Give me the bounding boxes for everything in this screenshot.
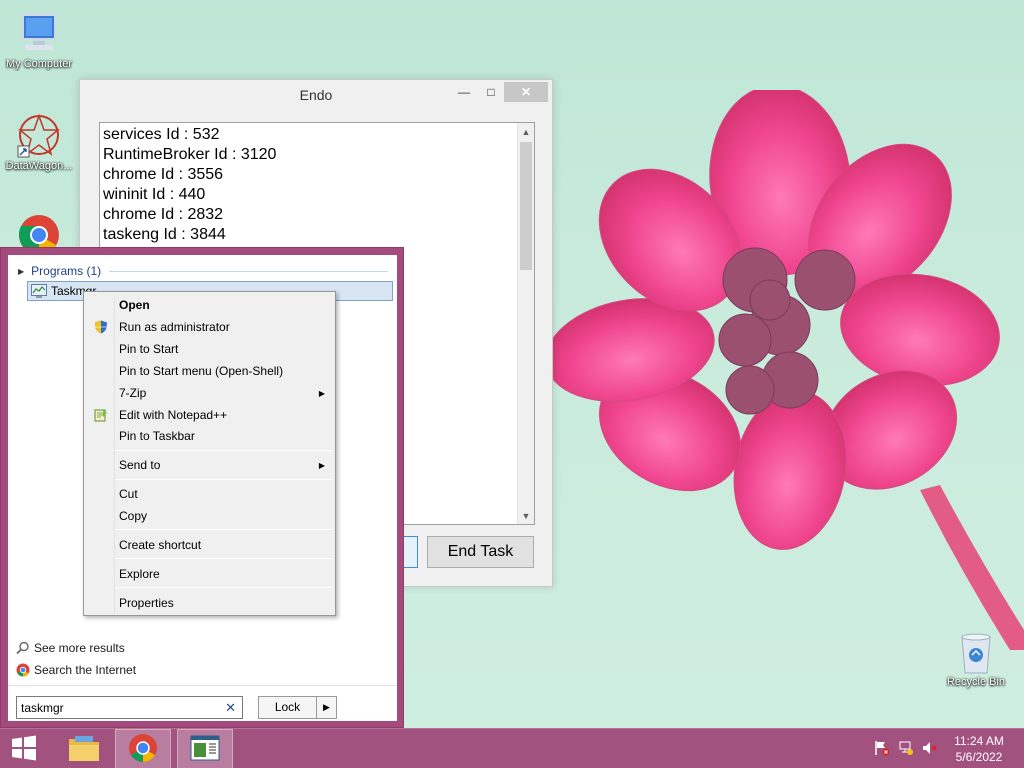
close-button[interactable]: ✕ — [504, 82, 548, 102]
menu-item-label: Pin to Taskbar — [119, 429, 195, 443]
taskbar-file-explorer[interactable] — [56, 729, 112, 768]
clear-search-icon[interactable]: ✕ — [225, 700, 236, 716]
menu-separator — [115, 587, 332, 588]
network-icon — [898, 740, 914, 759]
end-task-button[interactable]: End Task — [427, 536, 534, 568]
menu-item-pin-to-start-menu-open-shell[interactable]: Pin to Start menu (Open-Shell) — [86, 360, 333, 382]
menu-item-label: Properties — [119, 596, 174, 610]
menu-item-label: Cut — [119, 487, 138, 501]
taskbar-chrome[interactable] — [115, 729, 171, 768]
desktop-icon-label: DataWagon... — [5, 160, 73, 172]
menu-separator — [115, 529, 332, 530]
uac-shield-icon — [86, 316, 116, 338]
desktop-icon-datawagon[interactable]: DataWagon... — [1, 112, 77, 173]
chrome-icon — [16, 663, 30, 677]
menu-item-label: 7-Zip — [119, 386, 147, 400]
desktop-icon-recycle-bin[interactable]: Recycle Bin — [940, 630, 1012, 688]
process-item[interactable]: taskeng Id : 3844 — [103, 225, 531, 245]
desktop-icon-label: My Computer — [5, 58, 73, 70]
taskbar: 11:24 AM 5/6/2022 — [0, 728, 1024, 768]
flag-alert-icon — [874, 740, 890, 759]
chrome-icon — [128, 733, 158, 766]
menu-item-label: Send to — [119, 458, 161, 472]
menu-item-label: Open — [119, 298, 150, 312]
notepad-plus-plus-icon — [86, 404, 116, 426]
process-item[interactable]: chrome Id : 3556 — [103, 165, 531, 185]
menu-item-open[interactable]: Open — [86, 294, 333, 316]
menu-item-edit-with-notepad[interactable]: Edit with Notepad++ — [86, 404, 333, 426]
scroll-down-arrow-icon[interactable]: ▼ — [518, 507, 534, 524]
programs-group-label: Programs (1) — [31, 264, 102, 278]
group-divider — [109, 270, 388, 272]
volume-muted-icon — [922, 740, 938, 759]
menu-item-properties[interactable]: Properties — [86, 592, 333, 614]
start-button[interactable] — [0, 729, 48, 768]
submenu-arrow-icon: ▶ — [318, 388, 325, 398]
menu-item-7-zip[interactable]: 7-Zip ▶ — [86, 382, 333, 404]
menu-item-label: Run as administrator — [119, 320, 230, 334]
menu-item-label: Edit with Notepad++ — [119, 408, 228, 422]
menu-item-cut[interactable]: Cut — [86, 483, 333, 505]
menu-item-label: Pin to Start — [119, 342, 179, 356]
process-item[interactable]: services Id : 532 — [103, 125, 531, 145]
menu-item-explore[interactable]: Explore — [86, 563, 333, 585]
window-titlebar[interactable]: Endo — □ ✕ — [80, 80, 552, 110]
search-input[interactable] — [21, 700, 211, 715]
lock-button-group: Lock ▶ — [258, 696, 337, 719]
minimize-button[interactable]: — — [450, 82, 478, 102]
menu-item-pin-to-start[interactable]: Pin to Start — [86, 338, 333, 360]
expand-triangle-icon: ▶ — [18, 266, 25, 276]
datawagon-icon — [15, 112, 63, 158]
tray-network[interactable] — [896, 729, 916, 768]
magnifier-icon — [16, 641, 30, 655]
task-manager-icon — [31, 284, 47, 298]
see-more-results-link[interactable]: See more results — [16, 641, 125, 655]
menu-item-label: Pin to Start menu (Open-Shell) — [119, 364, 284, 378]
scroll-up-arrow-icon[interactable]: ▲ — [518, 123, 534, 140]
see-more-results-label: See more results — [34, 641, 125, 655]
menu-item-label: Explore — [119, 567, 160, 581]
search-internet-link[interactable]: Search the Internet — [16, 663, 136, 677]
taskbar-clock[interactable]: 11:24 AM 5/6/2022 — [951, 733, 1007, 765]
desktop-icon-my-computer[interactable]: My Computer — [1, 10, 77, 71]
search-input-box[interactable]: ✕ — [16, 696, 243, 719]
clock-time: 11:24 AM — [954, 734, 1004, 748]
context-menu: Open Run as administrator Pin to Start P… — [83, 291, 336, 616]
process-item[interactable]: chrome Id : 2832 — [103, 205, 531, 225]
menu-item-label: Copy — [119, 509, 148, 523]
menu-item-send-to[interactable]: Send to ▶ — [86, 454, 333, 476]
taskbar-endo-app[interactable] — [177, 729, 233, 768]
recycle-bin-icon — [940, 630, 1012, 676]
maximize-button[interactable]: □ — [478, 82, 504, 102]
submenu-arrow-icon: ▶ — [318, 460, 325, 470]
start-menu-bottom-bar: ✕ Lock ▶ — [8, 685, 397, 721]
menu-separator — [115, 479, 332, 480]
search-internet-label: Search the Internet — [34, 663, 137, 677]
menu-item-run-as-administrator[interactable]: Run as administrator — [86, 316, 333, 338]
recycle-bin-label: Recycle Bin — [946, 676, 1006, 688]
process-item[interactable]: wininit Id : 440 — [103, 185, 531, 205]
tray-action-center-flag[interactable] — [872, 729, 892, 768]
menu-item-pin-to-taskbar[interactable]: Pin to Taskbar — [86, 425, 333, 447]
menu-item-copy[interactable]: Copy — [86, 505, 333, 527]
menu-separator — [115, 558, 332, 559]
process-item[interactable]: RuntimeBroker Id : 3120 — [103, 145, 531, 165]
computer-icon — [15, 10, 63, 56]
lock-button[interactable]: Lock — [259, 697, 317, 718]
file-explorer-icon — [67, 733, 101, 766]
menu-separator — [115, 450, 332, 451]
application-window-icon — [190, 735, 220, 764]
tray-volume[interactable] — [920, 729, 940, 768]
clock-date: 5/6/2022 — [955, 750, 1003, 764]
menu-item-create-shortcut[interactable]: Create shortcut — [86, 534, 333, 556]
vertical-scrollbar[interactable]: ▲ ▼ — [517, 123, 534, 524]
windows-logo-icon — [11, 735, 37, 764]
menu-item-label: Create shortcut — [119, 538, 202, 552]
programs-group-header[interactable]: ▶ Programs (1) — [18, 263, 388, 279]
lock-options-arrow-icon[interactable]: ▶ — [317, 702, 336, 713]
scrollbar-thumb[interactable] — [520, 142, 532, 270]
